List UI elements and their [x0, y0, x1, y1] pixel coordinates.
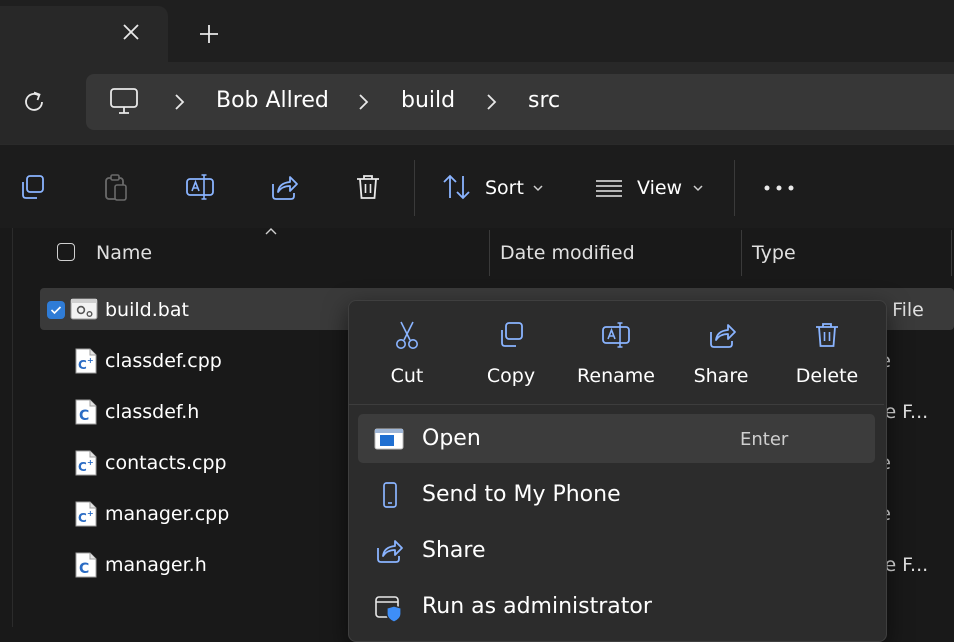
refresh-icon[interactable] — [18, 86, 50, 118]
svg-text:+: + — [87, 458, 94, 467]
delete-icon[interactable] — [812, 320, 842, 350]
c-header-file-icon: C — [74, 552, 98, 578]
share-icon[interactable] — [374, 537, 403, 565]
sort-ascending-icon — [264, 226, 278, 236]
delete-button[interactable]: Delete — [789, 365, 865, 387]
c-header-file-icon: C — [74, 399, 98, 425]
menu-item-label: Open — [422, 426, 481, 451]
more-icon[interactable] — [763, 172, 794, 202]
admin-shield-icon[interactable] — [374, 593, 402, 623]
svg-text:+: + — [87, 356, 94, 365]
rename-button[interactable]: Rename — [569, 365, 663, 387]
copy-button[interactable]: Copy — [474, 365, 548, 387]
select-all-checkbox[interactable] — [57, 243, 75, 261]
this-pc-icon[interactable] — [108, 86, 140, 116]
cpp-file-icon: C + — [74, 450, 98, 476]
column-divider[interactable] — [741, 230, 742, 276]
column-divider[interactable] — [951, 230, 952, 276]
open-icon — [374, 425, 404, 453]
cut-button[interactable]: Cut — [371, 365, 443, 387]
svg-text:C: C — [78, 460, 87, 474]
sort-icon[interactable] — [441, 172, 471, 202]
rename-icon[interactable] — [601, 320, 631, 350]
paste-icon[interactable] — [101, 172, 131, 202]
menu-item-send-to-phone[interactable]: Send to My Phone — [422, 482, 621, 507]
share-button[interactable]: Share — [683, 365, 759, 387]
cut-icon[interactable] — [392, 320, 422, 350]
column-divider[interactable] — [489, 230, 490, 276]
toolbar-divider — [734, 160, 735, 216]
svg-text:C: C — [78, 511, 87, 525]
column-header-type[interactable]: Type — [752, 242, 796, 264]
breadcrumb-item[interactable]: Bob Allred — [216, 88, 329, 113]
copy-icon[interactable] — [497, 320, 527, 350]
file-name[interactable]: manager.h — [105, 554, 207, 576]
batch-file-icon — [70, 297, 98, 321]
plus-icon[interactable] — [196, 21, 222, 47]
pane-divider — [12, 228, 13, 627]
file-name[interactable]: manager.cpp — [105, 503, 229, 525]
menu-item-run-as-administrator[interactable]: Run as administrator — [422, 594, 652, 619]
svg-text:+: + — [87, 509, 94, 518]
toolbar-divider — [414, 160, 415, 216]
context-menu — [348, 300, 887, 642]
breadcrumb-item[interactable]: build — [401, 88, 455, 113]
share-icon[interactable] — [269, 172, 299, 202]
menu-divider — [349, 404, 884, 405]
chevron-right-icon[interactable] — [356, 92, 370, 112]
svg-text:C: C — [79, 561, 89, 577]
chevron-down-icon[interactable] — [532, 183, 544, 193]
cpp-file-icon: C + — [74, 348, 98, 374]
sort-button[interactable]: Sort — [485, 177, 524, 199]
breadcrumb-item-current[interactable]: src — [528, 88, 560, 113]
chevron-right-icon[interactable] — [172, 92, 186, 112]
close-icon[interactable] — [118, 19, 144, 45]
column-header-date-modified[interactable]: Date modified — [500, 242, 635, 264]
file-name[interactable]: contacts.cpp — [105, 452, 227, 474]
file-name[interactable]: classdef.h — [105, 401, 199, 423]
row-checkbox-checked[interactable] — [47, 301, 65, 319]
command-bar — [0, 144, 954, 229]
view-button[interactable]: View — [637, 177, 682, 199]
delete-icon[interactable] — [353, 172, 383, 202]
rename-icon[interactable] — [185, 172, 215, 202]
menu-item-share[interactable]: Share — [422, 538, 486, 563]
phone-icon[interactable] — [376, 481, 404, 509]
view-icon[interactable] — [594, 172, 624, 202]
share-icon[interactable] — [707, 320, 737, 350]
svg-text:C: C — [78, 358, 87, 372]
file-name[interactable]: classdef.cpp — [105, 350, 222, 372]
column-header-name[interactable]: Name — [96, 242, 152, 264]
copy-icon[interactable] — [18, 172, 48, 202]
cpp-file-icon: C + — [74, 501, 98, 527]
chevron-down-icon[interactable] — [692, 183, 704, 193]
file-name[interactable]: build.bat — [105, 299, 189, 321]
chevron-right-icon[interactable] — [484, 92, 498, 112]
menu-item-shortcut: Enter — [740, 429, 789, 450]
svg-text:C: C — [79, 408, 89, 424]
